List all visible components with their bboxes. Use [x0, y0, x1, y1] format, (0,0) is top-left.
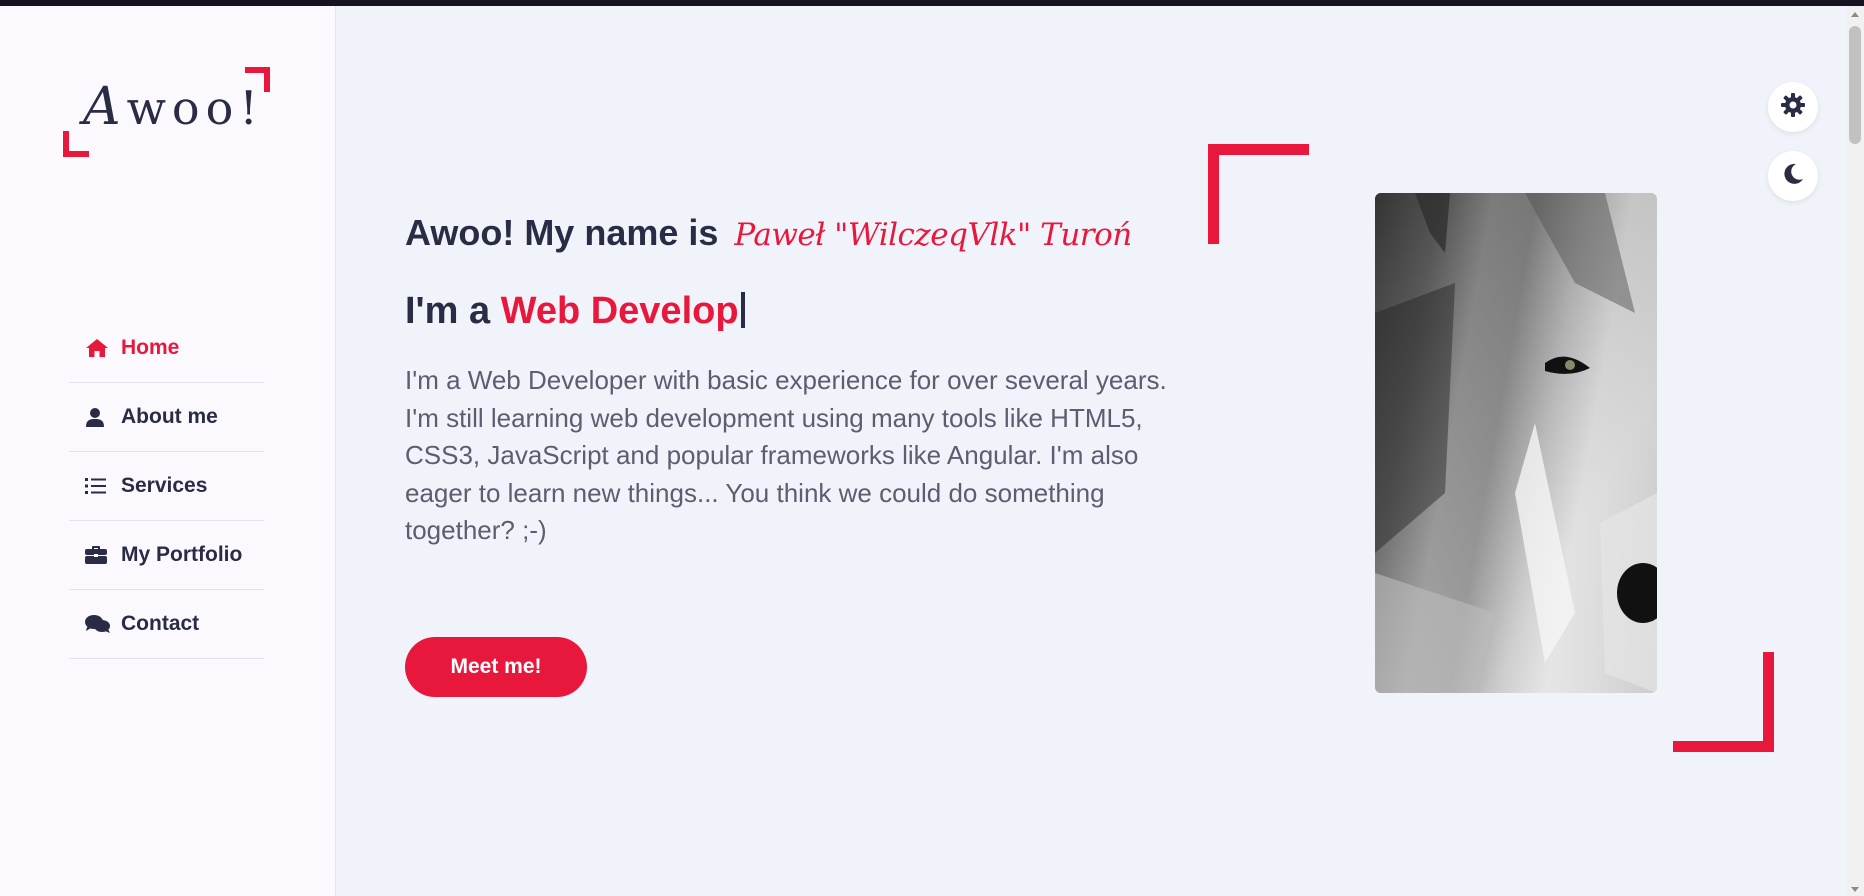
user-icon — [85, 406, 111, 428]
sidebar-nav: Home About me Services My Portfolio Cont… — [69, 314, 264, 659]
sidebar-item-contact[interactable]: Contact — [69, 590, 264, 659]
sidebar-item-label: Contact — [121, 612, 200, 635]
moon-icon — [1781, 162, 1805, 191]
scroll-up-icon[interactable] — [1851, 12, 1859, 17]
settings-button[interactable] — [1768, 82, 1818, 132]
logo-text: Awoo! — [83, 77, 264, 137]
sidebar-item-label: My Portfolio — [121, 543, 243, 566]
hero-intro: I'm a Web Developer with basic experienc… — [405, 365, 1167, 545]
typing-caret — [740, 292, 745, 328]
home-icon — [85, 337, 111, 359]
briefcase-icon — [85, 544, 111, 566]
scrollbar-thumb[interactable] — [1849, 26, 1861, 144]
gear-icon — [1780, 92, 1806, 123]
comments-icon — [85, 613, 111, 635]
scroll-down-icon[interactable] — [1851, 887, 1859, 892]
logo[interactable]: Awoo! — [63, 61, 270, 157]
hero-name: Paweł "WilczeqVlk" Turoń — [734, 217, 1132, 253]
hero-greeting: Awoo! My name is Paweł "WilczeqVlk" Turo… — [405, 212, 1132, 253]
hero-role: I'm a Web Develop — [405, 290, 745, 333]
wolf-photo — [1375, 193, 1657, 693]
sidebar-item-portfolio[interactable]: My Portfolio — [69, 521, 264, 590]
sidebar-item-home[interactable]: Home — [69, 314, 264, 383]
page-scrollbar[interactable] — [1846, 6, 1864, 896]
theme-toggle-button[interactable] — [1768, 151, 1818, 201]
sidebar-item-about[interactable]: About me — [69, 383, 264, 452]
sidebar-item-label: Services — [121, 474, 208, 497]
sidebar: Awoo! Home About me Services My Portfoli… — [0, 6, 336, 896]
sidebar-item-services[interactable]: Services — [69, 452, 264, 521]
sidebar-item-label: About me — [121, 405, 218, 428]
meet-me-button[interactable]: Meet me! — [405, 637, 587, 697]
list-icon — [85, 475, 111, 497]
frame-corner-top-left — [1208, 144, 1309, 244]
frame-corner-bottom-right — [1673, 652, 1774, 752]
sidebar-item-label: Home — [121, 336, 180, 359]
hero-role-typed: Web Develop — [500, 290, 739, 332]
